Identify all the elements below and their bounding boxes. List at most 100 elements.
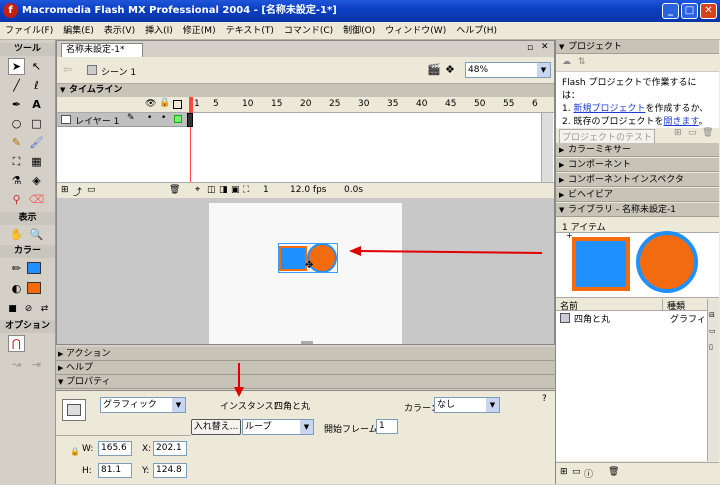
back-arrow-icon[interactable]: ⇦	[63, 63, 72, 76]
add-folder-icon[interactable]: ▭	[688, 128, 697, 138]
visibility-dot-icon[interactable]: •	[147, 113, 152, 123]
free-transform-tool-icon[interactable]: ⛶	[8, 153, 25, 170]
oval-tool-icon[interactable]: ○	[8, 115, 25, 132]
library-scrollbar[interactable]: ⊟ ▭ ▯	[707, 299, 719, 461]
fill-transform-tool-icon[interactable]: ▦	[28, 153, 45, 170]
library-item[interactable]: 四角と丸 グラフィック	[556, 312, 707, 325]
delete-layer-icon[interactable]: 🗑	[169, 185, 180, 195]
height-input[interactable]: 81.1	[98, 463, 132, 478]
panel-help-icon[interactable]: ?	[542, 394, 547, 404]
swap-colors-icon[interactable]: ⇄	[36, 300, 53, 317]
properties-icon[interactable]: ⓘ	[584, 467, 593, 480]
add-file-icon[interactable]: ⊞	[674, 128, 682, 138]
loop-select[interactable]: ループ ▼	[242, 419, 314, 435]
minimize-button[interactable]: _	[662, 3, 679, 19]
doc-restore-icon[interactable]: ▫	[527, 43, 533, 53]
stroke-color-swatch[interactable]	[27, 262, 41, 274]
eyedropper-tool-icon[interactable]: ⚲	[8, 191, 25, 208]
menu-view[interactable]: 表示(V)	[99, 22, 140, 40]
doc-close-icon[interactable]: ✕	[541, 42, 549, 52]
close-button[interactable]: ✕	[700, 3, 717, 19]
frame-rate[interactable]: 12.0 fps	[290, 185, 326, 195]
properties-panel-header[interactable]: ▼ プロパティ	[56, 375, 555, 389]
smooth-icon[interactable]: ↝	[8, 356, 25, 373]
sort-toggle-icon[interactable]: ⊟	[709, 311, 715, 319]
color-effect-select[interactable]: なし ▼	[434, 397, 500, 413]
add-folder-icon[interactable]: ▭	[87, 185, 96, 195]
playhead[interactable]	[189, 97, 193, 113]
edit-multiple-frames-icon[interactable]: ▣	[231, 185, 240, 195]
default-colors-icon[interactable]: ■	[4, 300, 21, 317]
layer-row[interactable]: レイヤー 1 ✎ • •	[57, 113, 187, 127]
rectangle-tool-icon[interactable]: □	[28, 115, 45, 132]
lock-dot-icon[interactable]: •	[161, 113, 166, 123]
pencil-tool-icon[interactable]: ✎	[8, 134, 25, 151]
add-layer-icon[interactable]: ⊞	[61, 185, 69, 195]
resize-grip[interactable]	[301, 341, 313, 344]
timeline-header[interactable]: ▼ タイムライン	[57, 84, 554, 97]
zoom-select[interactable]: 48% ▼	[465, 62, 551, 78]
maximize-button[interactable]: □	[681, 3, 698, 19]
paint-bucket-tool-icon[interactable]: ◈	[28, 172, 45, 189]
narrow-view-icon[interactable]: ▯	[709, 343, 713, 351]
swap-button[interactable]: 入れ替え...	[191, 419, 241, 435]
constrain-lock-icon[interactable]: 🔒	[70, 447, 80, 456]
new-project-link[interactable]: 新規プロジェクト	[573, 104, 645, 114]
hand-tool-icon[interactable]: ✋	[8, 226, 25, 243]
text-tool-icon[interactable]: A	[28, 96, 45, 113]
help-panel-header[interactable]: ▶ ヘルプ	[56, 361, 555, 375]
new-folder-icon[interactable]: ▭	[572, 467, 581, 477]
menu-text[interactable]: テキスト(T)	[221, 22, 279, 40]
lock-icon[interactable]: 🔒	[159, 98, 170, 108]
x-input[interactable]: 202.1	[153, 441, 187, 456]
center-frame-icon[interactable]: ⌖	[195, 185, 200, 195]
straighten-icon[interactable]: ⇥	[28, 356, 45, 373]
open-project-link[interactable]: 開きます	[663, 117, 698, 127]
document-tab[interactable]: 名称未設定-1*	[61, 43, 143, 57]
onion-outline-icon[interactable]: ◨	[219, 185, 228, 195]
behaviors-header[interactable]: ▶ ビヘイビア	[556, 188, 719, 202]
ink-bottle-tool-icon[interactable]: ⚗	[8, 172, 25, 189]
first-frame-input[interactable]: 1	[376, 419, 398, 434]
menu-help[interactable]: ヘルプ(H)	[451, 22, 502, 40]
components-header[interactable]: ▶ コンポーネント	[556, 158, 719, 172]
stroke-color-icon[interactable]: ✏	[8, 260, 25, 277]
symbol-type-select[interactable]: グラフィック ▼	[100, 397, 186, 413]
sort-icon[interactable]: ⇅	[578, 57, 586, 67]
snap-magnet-icon[interactable]: ⋂	[8, 335, 25, 352]
scene-label[interactable]: シーン 1	[101, 65, 136, 78]
test-project-button[interactable]: プロジェクトのテスト	[559, 129, 656, 144]
fill-color-swatch[interactable]	[27, 282, 41, 294]
y-input[interactable]: 124.8	[153, 463, 187, 478]
delete-item-icon[interactable]: 🗑	[608, 467, 619, 477]
outline-icon[interactable]	[173, 100, 182, 109]
menu-edit[interactable]: 編集(E)	[58, 22, 99, 40]
edit-symbol-icon[interactable]: ❖	[445, 63, 455, 76]
eraser-tool-icon[interactable]: ⌫	[28, 191, 45, 208]
project-panel-header[interactable]: ▼ プロジェクト	[556, 40, 719, 54]
pen-tool-icon[interactable]: ✒	[8, 96, 25, 113]
menu-modify[interactable]: 修正(M)	[178, 22, 221, 40]
menu-commands[interactable]: コマンド(C)	[279, 22, 338, 40]
outline-color-icon[interactable]	[174, 115, 182, 123]
no-color-icon[interactable]: ⊘	[20, 300, 37, 317]
component-inspector-header[interactable]: ▶ コンポーネントインスペクタ	[556, 173, 719, 187]
edit-scene-icon[interactable]: 🎬	[427, 63, 441, 76]
fill-color-icon[interactable]: ◐	[8, 280, 25, 297]
library-header[interactable]: ▼ ライブラリ - 名称未設定-1	[556, 203, 719, 217]
wide-view-icon[interactable]: ▭	[709, 327, 716, 335]
timeline-scrollbar[interactable]	[541, 113, 553, 182]
new-symbol-icon[interactable]: ⊞	[560, 467, 568, 477]
project-icon[interactable]: ☁	[562, 57, 571, 67]
arrow-tool-icon[interactable]: ➤	[8, 58, 25, 75]
menu-file[interactable]: ファイル(F)	[0, 22, 58, 40]
stage-canvas[interactable]	[209, 203, 402, 344]
lasso-tool-icon[interactable]: ℓ	[28, 77, 45, 94]
zoom-tool-icon[interactable]: 🔍	[28, 226, 45, 243]
onion-skin-icon[interactable]: ◫	[207, 185, 216, 195]
line-tool-icon[interactable]: ╱	[8, 77, 25, 94]
keyframe[interactable]	[187, 113, 193, 127]
menu-window[interactable]: ウィンドウ(W)	[380, 22, 451, 40]
subselect-tool-icon[interactable]: ↖	[28, 58, 45, 75]
onion-markers-icon[interactable]: ⛶	[243, 185, 249, 195]
